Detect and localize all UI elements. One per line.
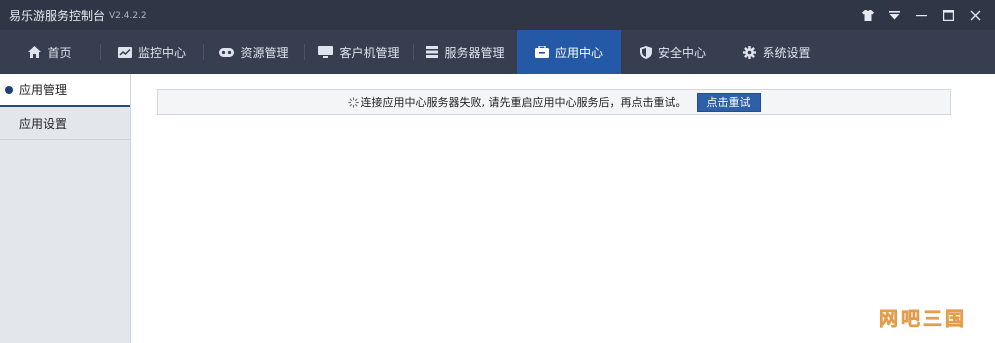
nav-item-resources[interactable]: 资源管理 xyxy=(204,30,304,74)
nav-label-app-center: 应用中心 xyxy=(554,45,603,60)
active-dot-icon xyxy=(5,85,13,94)
nav-label-settings: 系统设置 xyxy=(762,45,811,60)
app-version: V2.4.2.2 xyxy=(109,11,147,21)
home-icon xyxy=(28,46,42,58)
sidebar-item-label: 应用设置 xyxy=(19,116,68,131)
skin-icon[interactable] xyxy=(854,0,881,30)
maximize-icon[interactable] xyxy=(935,0,962,30)
nav-item-security[interactable]: 安全中心 xyxy=(621,30,725,74)
app-box-icon xyxy=(534,46,549,58)
sidebar-item-app-management[interactable]: 应用管理 xyxy=(0,74,130,107)
title-bar[interactable]: 易乐游服务控制台 V2.4.2.2 xyxy=(0,0,995,30)
retry-button[interactable]: 点击重试 xyxy=(696,92,761,112)
nav-item-home[interactable]: 首页 xyxy=(0,30,100,74)
shield-icon xyxy=(639,45,652,59)
connection-error-notice: 连接应用中心服务器失败, 请先重启应用中心服务后，再点击重试。 点击重试 xyxy=(157,89,951,115)
nav-label-clients: 客户机管理 xyxy=(339,45,400,60)
app-title: 易乐游服务控制台 xyxy=(9,8,106,23)
nav-label-home: 首页 xyxy=(47,45,72,60)
nav-item-app-center[interactable]: 应用中心 xyxy=(517,30,621,74)
monitor-chart-icon xyxy=(117,46,132,58)
gamepad-icon xyxy=(219,47,235,58)
minimize-icon[interactable] xyxy=(908,0,935,30)
sidebar: 应用管理 应用设置 xyxy=(0,74,131,343)
nav-item-servers[interactable]: 服务器管理 xyxy=(414,30,517,74)
sidebar-item-label: 应用管理 xyxy=(19,83,68,97)
main-content: 连接应用中心服务器失败, 请先重启应用中心服务后，再点击重试。 点击重试 xyxy=(131,74,995,343)
loading-icon xyxy=(347,96,359,108)
nav-item-monitor[interactable]: 监控中心 xyxy=(101,30,203,74)
nav-label-security: 安全中心 xyxy=(657,45,706,60)
notice-text: 连接应用中心服务器失败, 请先重启应用中心服务后，再点击重试。 xyxy=(360,96,687,109)
main-nav: 首页 监控中心 资源管理 客户机管理 服务器管理 应用中心 安全中心 系统设置 xyxy=(0,30,995,74)
dropdown-icon[interactable] xyxy=(881,0,908,30)
window-controls xyxy=(854,0,989,30)
nav-label-monitor: 监控中心 xyxy=(137,45,186,60)
nav-item-settings[interactable]: 系统设置 xyxy=(725,30,829,74)
app-window: 易乐游服务控制台 V2.4.2.2 首页 监控中心 资源管理 客户机管理 服务器… xyxy=(0,0,995,343)
server-icon xyxy=(426,46,439,58)
desktop-icon xyxy=(318,46,334,58)
nav-label-servers: 服务器管理 xyxy=(444,45,505,60)
gear-icon xyxy=(743,45,757,59)
watermark-logo: 网吧三国 xyxy=(878,308,967,331)
nav-item-clients[interactable]: 客户机管理 xyxy=(305,30,413,74)
notice-message-row: 连接应用中心服务器失败, 请先重启应用中心服务后，再点击重试。 xyxy=(347,94,687,110)
nav-label-resources: 资源管理 xyxy=(240,45,289,60)
close-icon[interactable] xyxy=(962,0,989,30)
sidebar-item-app-settings[interactable]: 应用设置 xyxy=(0,107,130,140)
